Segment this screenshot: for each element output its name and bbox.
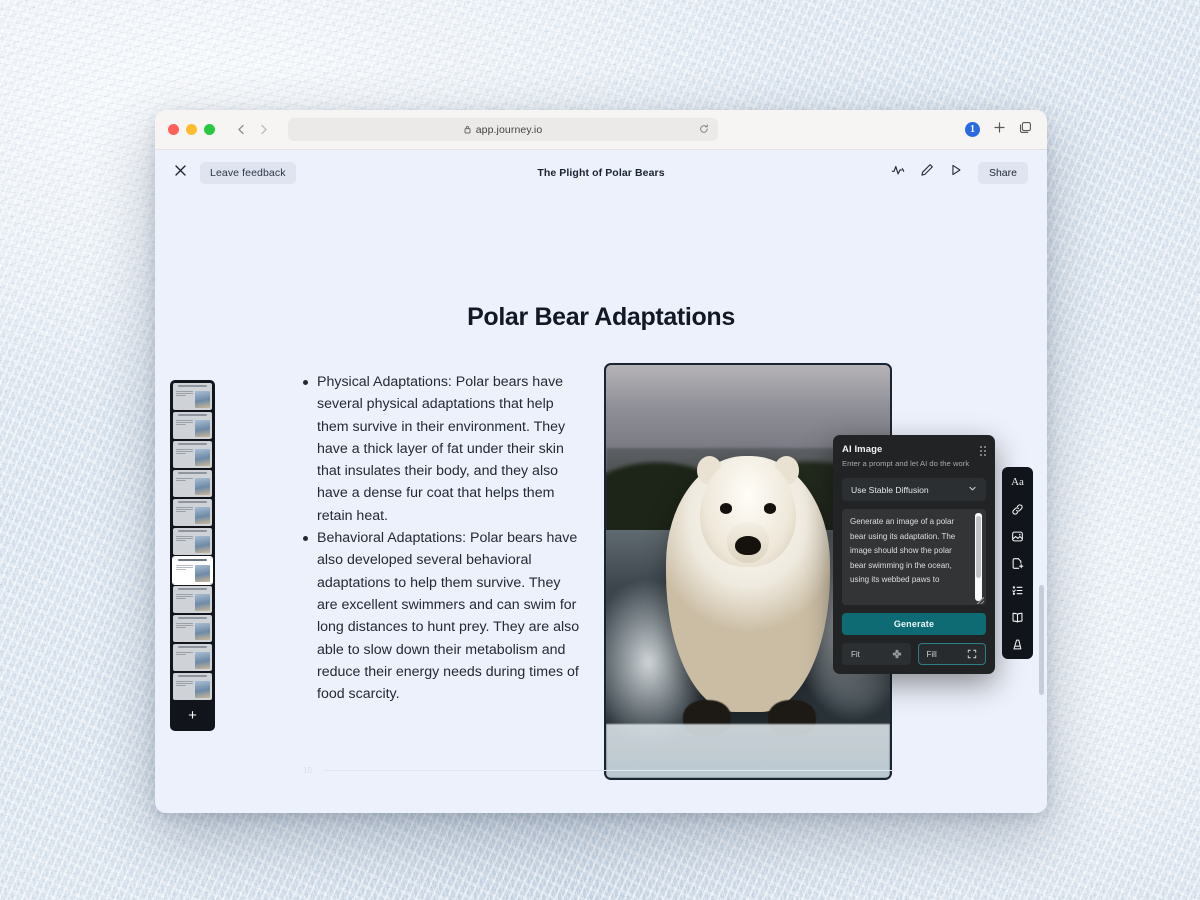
pencil-icon[interactable] <box>920 163 934 182</box>
forward-icon[interactable] <box>258 123 269 136</box>
back-icon[interactable] <box>236 123 247 136</box>
ai-panel-title: AI Image <box>842 444 883 455</box>
thumbnail-slide-11[interactable] <box>173 673 212 700</box>
fill-label: Fill <box>926 649 937 659</box>
book-icon[interactable] <box>1002 608 1033 626</box>
expand-corners-icon <box>967 649 977 659</box>
bullet-item-1[interactable]: Physical Adaptations: Polar bears have s… <box>303 371 581 527</box>
thumbnail-slide-7-selected[interactable] <box>172 556 213 585</box>
list-icon[interactable] <box>1002 581 1033 599</box>
slide-thumbnail-rail: + <box>170 380 215 731</box>
slide-canvas: Polar Bear Adaptations + Physical Adapta… <box>155 195 1047 813</box>
ai-prompt-scrollbar-thumb[interactable] <box>976 516 981 578</box>
plus-icon[interactable] <box>993 121 1006 139</box>
fit-label: Fit <box>851 649 860 659</box>
browser-nav-arrows <box>236 123 269 136</box>
image-icon[interactable] <box>1002 527 1033 545</box>
bullet-dot-icon <box>303 536 308 542</box>
drag-handle-icon[interactable] <box>980 446 986 456</box>
thumbnail-slide-9[interactable] <box>173 615 212 642</box>
ai-prompt-text: Generate an image of a polar bear using … <box>850 517 956 585</box>
slide-body-text: Physical Adaptations: Polar bears have s… <box>303 371 581 705</box>
app-bar-actions: Share <box>891 161 1028 184</box>
maximize-window-button[interactable] <box>204 124 215 135</box>
add-slide-button[interactable]: + <box>173 703 212 728</box>
browser-window: app.journey.io 1 Leave feedback The Plig… <box>155 110 1047 813</box>
text-icon[interactable]: Aa <box>1002 473 1033 491</box>
share-button[interactable]: Share <box>977 161 1028 184</box>
insert-toolbar: Aa <box>1002 467 1033 659</box>
close-window-button[interactable] <box>168 124 179 135</box>
slide-title: Polar Bear Adaptations <box>467 303 735 331</box>
minimize-window-button[interactable] <box>186 124 197 135</box>
reload-icon[interactable] <box>699 121 709 139</box>
document-scrollbar[interactable] <box>1039 585 1044 695</box>
ai-panel-header: AI Image <box>842 444 986 456</box>
ai-image-panel: AI Image Enter a prompt and let AI do th… <box>833 435 995 674</box>
bullet-dot-icon <box>303 380 308 385</box>
ai-model-select-value: Use Stable Diffusion <box>851 484 929 495</box>
address-bar[interactable]: app.journey.io <box>288 118 718 141</box>
window-traffic-lights <box>168 124 215 135</box>
browser-chrome-bar: app.journey.io 1 <box>155 110 1047 150</box>
shape-icon[interactable] <box>1002 635 1033 653</box>
extension-badge-icon[interactable]: 1 <box>965 122 980 137</box>
thumbnail-slide-8[interactable] <box>173 586 212 613</box>
app-top-bar: Leave feedback The Plight of Polar Bears… <box>155 150 1047 195</box>
fit-button[interactable]: Fit <box>842 643 911 665</box>
analytics-pulse-icon[interactable] <box>891 163 905 182</box>
generate-button[interactable]: Generate <box>842 613 986 635</box>
bullet-text-1: Physical Adaptations: Polar bears have s… <box>317 374 566 524</box>
chevron-down-icon <box>968 484 977 495</box>
browser-chrome-actions: 1 <box>965 121 1034 139</box>
thumbnail-slide-5[interactable] <box>173 499 212 526</box>
ai-panel-subtitle: Enter a prompt and let AI do the work <box>842 459 970 468</box>
thumbnail-slide-10[interactable] <box>173 644 212 671</box>
resize-grip-icon[interactable] <box>977 597 984 604</box>
file-add-icon[interactable] <box>1002 554 1033 572</box>
ai-model-select[interactable]: Use Stable Diffusion <box>842 478 986 501</box>
close-icon[interactable] <box>174 164 187 182</box>
bullet-text-2: Behavioral Adaptations: Polar bears have… <box>317 530 580 703</box>
thumbnail-slide-3[interactable] <box>173 441 212 468</box>
fill-button[interactable]: Fill <box>917 643 986 665</box>
play-icon[interactable] <box>949 163 963 182</box>
bullet-item-2[interactable]: Behavioral Adaptations: Polar bears have… <box>303 527 581 705</box>
thumbnail-slide-1[interactable] <box>173 383 212 410</box>
lock-icon <box>464 121 471 139</box>
ai-fit-fill-group: Fit Fill <box>842 643 986 665</box>
leave-feedback-button[interactable]: Leave feedback <box>200 161 296 184</box>
collapse-arrows-icon <box>892 649 902 659</box>
text-icon-glyph: Aa <box>1011 476 1024 488</box>
thumbnail-slide-4[interactable] <box>173 470 212 497</box>
page-divider <box>322 770 895 771</box>
link-icon[interactable] <box>1002 500 1033 518</box>
page-marker: 10 <box>303 766 895 775</box>
thumbnail-slide-6[interactable] <box>173 528 212 555</box>
address-bar-content: app.journey.io <box>464 121 543 139</box>
ai-prompt-textarea[interactable]: Generate an image of a polar bear using … <box>842 509 986 605</box>
page-number: 10 <box>303 766 312 775</box>
url-text: app.journey.io <box>475 123 543 136</box>
copy-tabs-icon[interactable] <box>1019 121 1032 139</box>
thumbnail-slide-2[interactable] <box>173 412 212 439</box>
ai-prompt-scrollbar[interactable] <box>975 513 982 601</box>
